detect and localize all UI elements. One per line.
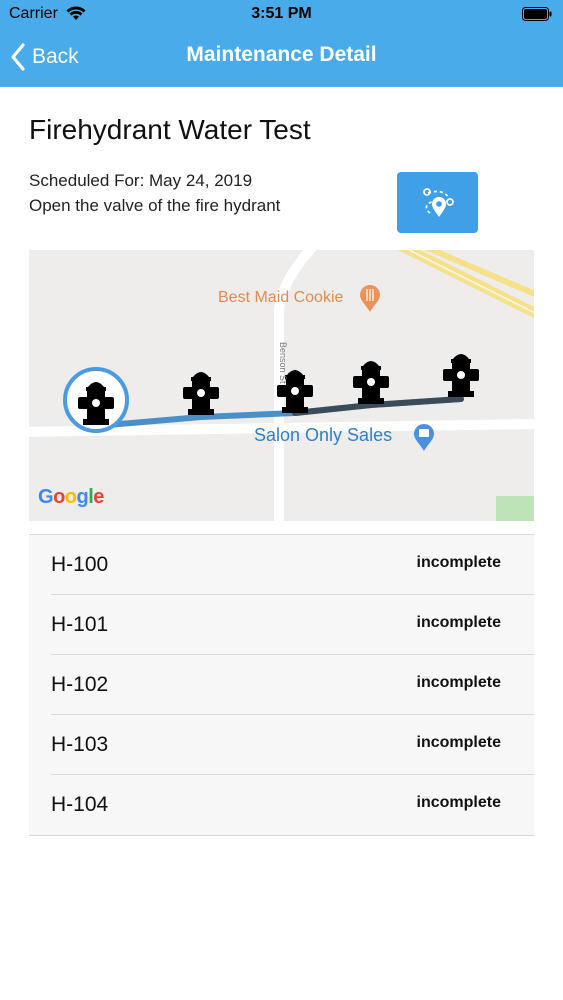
status-label: incomplete [416,674,501,691]
list-item[interactable]: H-103 incomplete [29,715,534,775]
divider [29,835,534,836]
fire-hydrant-icon[interactable] [439,349,483,401]
list-item[interactable]: H-101 incomplete [29,595,534,655]
scheduled-date: Scheduled For: May 24, 2019 [29,171,253,190]
hydrant-name: H-104 [51,793,109,816]
fire-hydrant-icon[interactable] [179,367,223,419]
clock: 3:51 PM [251,5,312,22]
hydrant-list: H-100 incomplete H-101 incomplete H-102 … [29,534,534,836]
hydrant-name: H-100 [51,553,109,576]
fire-hydrant-icon[interactable] [349,356,393,408]
poi-label-cookie[interactable]: Best Maid Cookie [218,289,343,307]
google-logo: Google [38,486,104,508]
street-label: Benson St [278,342,288,384]
poi-label-sales[interactable]: Salon Only Sales [254,425,392,446]
back-button[interactable]: Back [10,41,79,73]
status-label: incomplete [416,554,501,571]
route-map-button[interactable] [397,172,478,233]
hydrant-name: H-103 [51,733,109,756]
hydrant-name: H-101 [51,613,109,636]
top-bar: Carrier 3:51 PM Back Maintenance Detail [0,0,563,87]
list-item[interactable]: H-104 incomplete [29,775,534,835]
back-label: Back [32,45,79,68]
page-title: Maintenance Detail [186,43,377,66]
status-label: incomplete [416,614,501,631]
status-label: incomplete [416,794,501,811]
task-title: Firehydrant Water Test [29,114,311,145]
navigation-bar: Back Maintenance Detail [0,30,563,87]
hydrant-name: H-102 [51,673,109,696]
task-description: Open the valve of the fire hydrant [29,196,281,215]
chevron-left-icon [11,43,25,71]
fire-hydrant-icon[interactable] [74,377,118,429]
list-item[interactable]: H-100 incomplete [29,535,534,595]
route-map-icon [422,187,454,217]
battery-icon [522,7,552,21]
status-label: incomplete [416,734,501,751]
status-bar: Carrier 3:51 PM [0,0,563,30]
list-item[interactable]: H-102 incomplete [29,655,534,715]
